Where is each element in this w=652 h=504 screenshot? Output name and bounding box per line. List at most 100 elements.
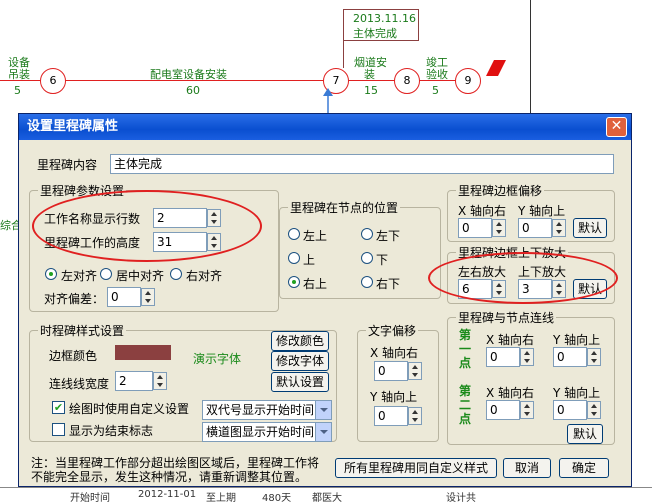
task-label: 配电室设备安装 <box>150 68 227 81</box>
frame-offset-title: 里程碑边框偏移 <box>456 182 545 199</box>
position-top-radio[interactable] <box>288 252 300 264</box>
position-option-label: 右上 <box>303 277 328 291</box>
p1-x-spinner[interactable] <box>520 348 534 366</box>
offset-input[interactable]: 0 <box>107 287 141 307</box>
p2-y-input[interactable]: 0 <box>553 400 587 420</box>
position-bottom-right-radio[interactable] <box>361 276 373 288</box>
task-duration: 5 <box>14 84 21 97</box>
node-link-y-label: Y 轴向上 <box>553 386 601 400</box>
start-time-select-1[interactable]: 双代号显示开始时间 <box>202 400 332 420</box>
position-option-label: 右下 <box>376 277 401 291</box>
style-group-title: 时程碑样式设置 <box>38 322 127 339</box>
point1-label: 第一点 <box>459 328 472 370</box>
text-offset-y-spinner[interactable] <box>408 407 422 425</box>
bottom-table-fragment: 开始时间 2012-11-01 至上期 480天 都医大 设计共 <box>0 487 652 504</box>
p2-x-spinner[interactable] <box>520 401 534 419</box>
align-left-radio[interactable] <box>45 268 57 280</box>
custom-setting-checkbox[interactable]: ✔ <box>52 401 65 414</box>
modify-font-button[interactable]: 修改字体 <box>271 351 329 371</box>
task-duration: 5 <box>432 84 439 97</box>
task-duration: 15 <box>364 84 378 97</box>
text-offset-x-input[interactable]: 0 <box>374 361 408 381</box>
vertical-line <box>530 0 531 113</box>
task-duration: 60 <box>186 84 200 97</box>
activity-line <box>0 80 460 81</box>
node-link-x-label: X 轴向右 <box>486 386 535 400</box>
text-offset-x-label: X 轴向右 <box>370 346 419 360</box>
content-input[interactable]: 主体完成 <box>110 154 614 174</box>
point2-label: 第二点 <box>459 384 472 426</box>
p1-y-input[interactable]: 0 <box>553 347 587 367</box>
line-width-input[interactable]: 2 <box>115 371 153 391</box>
all-custom-button[interactable]: 所有里程碑用同自定义样式 <box>335 458 497 478</box>
show-end-checkbox[interactable] <box>52 423 65 436</box>
position-option-label: 下 <box>376 253 389 267</box>
node-8[interactable]: 8 <box>394 68 420 94</box>
close-button[interactable]: ✕ <box>606 117 627 137</box>
milestone-name: 主体完成 <box>353 27 397 40</box>
frame-offset-x-input[interactable]: 0 <box>458 218 492 238</box>
task-label: 吊装 <box>8 68 30 81</box>
task-label: 验收 <box>426 68 448 81</box>
position-option-label: 左下 <box>376 229 401 243</box>
position-group-title: 里程碑在节点的位置 <box>288 199 401 216</box>
p1-x-input[interactable]: 0 <box>486 347 520 367</box>
position-bottom-left-radio[interactable] <box>361 228 373 240</box>
align-center-radio[interactable] <box>100 268 112 280</box>
offset-spinner[interactable] <box>141 288 155 306</box>
frame-offset-y-input[interactable]: 0 <box>518 218 552 238</box>
position-option-label: 上 <box>303 253 316 267</box>
frame-offset-x-spinner[interactable] <box>492 219 506 237</box>
chevron-down-icon[interactable] <box>315 423 331 441</box>
milestone-link-line <box>343 41 344 68</box>
default-setting-button[interactable]: 默认设置 <box>271 372 329 392</box>
node-6[interactable]: 6 <box>40 68 66 94</box>
demo-font-label: 演示字体 <box>193 352 242 366</box>
frame-offset-x-label: X 轴向右 <box>458 204 507 218</box>
select-value: 横道图显示开始时间 <box>206 425 315 439</box>
show-end-label: 显示为结束标志 <box>69 424 154 438</box>
align-right-radio[interactable] <box>170 268 182 280</box>
position-option-label: 左上 <box>303 229 328 243</box>
modify-color-button[interactable]: 修改颜色 <box>271 331 329 351</box>
node-link-x-label: X 轴向右 <box>486 333 535 347</box>
node-link-y-label: Y 轴向上 <box>553 333 601 347</box>
custom-setting-label: 绘图时使用自定义设置 <box>69 402 190 416</box>
start-time-select-2[interactable]: 横道图显示开始时间 <box>202 422 332 442</box>
position-top-right-radio[interactable] <box>288 276 300 288</box>
frame-offset-y-label: Y 轴向上 <box>518 204 566 218</box>
node-link-default-button[interactable]: 默认 <box>567 424 603 444</box>
p2-y-spinner[interactable] <box>587 401 601 419</box>
p1-y-spinner[interactable] <box>587 348 601 366</box>
fragment-text: 2012-11-01 <box>138 489 197 500</box>
chevron-down-icon[interactable] <box>315 401 331 419</box>
line-width-spinner[interactable] <box>153 372 167 390</box>
text-offset-y-input[interactable]: 0 <box>374 406 408 426</box>
align-right-label: 右对齐 <box>186 269 223 283</box>
cancel-button[interactable]: 取消 <box>503 458 551 478</box>
annotation-ellipse-params <box>32 190 262 262</box>
node-9[interactable]: 9 <box>455 68 481 94</box>
frame-offset-default-button[interactable]: 默认 <box>573 218 607 238</box>
p2-x-input[interactable]: 0 <box>486 400 520 420</box>
line-width-label: 连线线宽度 <box>49 377 110 391</box>
border-color-label: 边框颜色 <box>49 349 98 363</box>
position-bottom-radio[interactable] <box>361 252 373 264</box>
position-top-left-radio[interactable] <box>288 228 300 240</box>
dialog-titlebar[interactable]: 设置里程碑属性 <box>19 114 631 140</box>
align-center-label: 居中对齐 <box>116 269 165 283</box>
frame-offset-y-spinner[interactable] <box>552 219 566 237</box>
align-left-label: 左对齐 <box>61 269 98 283</box>
text-offset-y-label: Y 轴向上 <box>370 390 418 404</box>
dialog-title: 设置里程碑属性 <box>27 119 119 134</box>
node-link-title: 里程碑与节点连线 <box>456 309 557 326</box>
content-label: 里程碑内容 <box>37 158 98 172</box>
task-label: 装 <box>364 68 375 81</box>
finish-flag-icon <box>484 56 508 81</box>
border-color-swatch[interactable] <box>115 345 171 360</box>
ok-button[interactable]: 确定 <box>559 458 609 478</box>
text-offset-x-spinner[interactable] <box>408 362 422 380</box>
note-text: 注：当里程碑工作部分超出绘图区域后，里程碑工作将不能完全显示，发生这种情况，请重… <box>31 456 320 484</box>
offset-label: 对齐偏差： <box>44 292 105 306</box>
milestone-date: 2013.11.16 <box>353 12 416 25</box>
